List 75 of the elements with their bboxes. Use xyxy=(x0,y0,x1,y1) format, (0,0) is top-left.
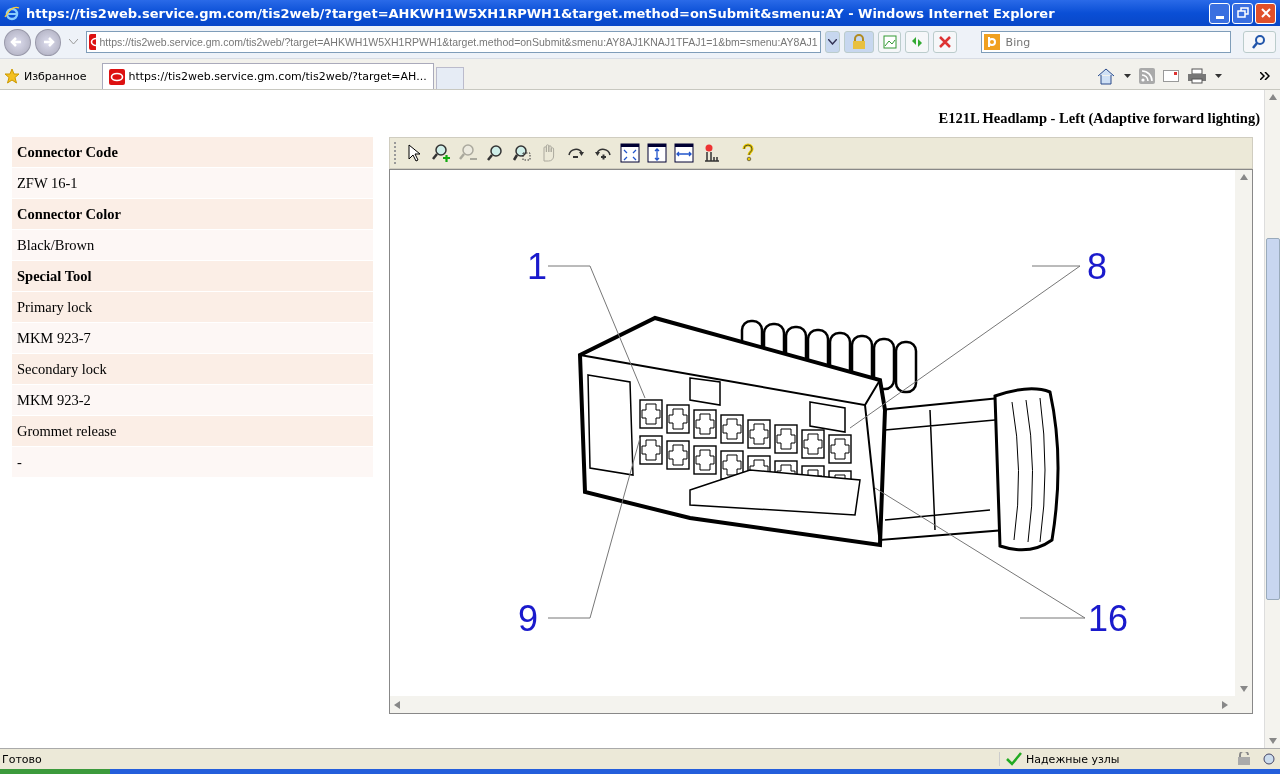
pin-number-label: 1 xyxy=(527,246,547,287)
property-cell: Connector Color xyxy=(12,199,373,230)
scroll-left-arrow-icon[interactable] xyxy=(394,700,400,709)
close-icon xyxy=(1259,7,1272,19)
feed-icon[interactable] xyxy=(1139,68,1155,84)
page-scrollbar[interactable] xyxy=(1264,90,1280,748)
fit-width-icon xyxy=(674,143,694,163)
security-zone-label: Надежные узлы xyxy=(999,752,1206,766)
restore-button[interactable] xyxy=(1232,2,1253,24)
zoom-icon xyxy=(485,143,505,163)
compatibility-view-button[interactable] xyxy=(877,31,902,53)
caret-icon[interactable] xyxy=(1124,74,1131,78)
scroll-right-arrow-icon[interactable] xyxy=(1222,700,1228,709)
caret-icon xyxy=(827,39,837,45)
property-cell: Grommet release xyxy=(12,416,373,447)
print-icon[interactable] xyxy=(1187,68,1207,84)
zoom-icon[interactable] xyxy=(1262,752,1278,766)
search-icon xyxy=(1251,34,1268,50)
search-button[interactable] xyxy=(1242,31,1277,53)
scroll-down-arrow-icon[interactable] xyxy=(1239,686,1248,692)
scrollbar-thumb[interactable] xyxy=(1266,238,1280,600)
vertical-scrollbar[interactable] xyxy=(1235,170,1252,696)
property-cell: Black/Brown xyxy=(12,230,373,261)
fit-height-button[interactable] xyxy=(645,141,669,165)
page-picture-icon xyxy=(881,34,898,50)
property-cell: MKM 923-2 xyxy=(12,385,373,416)
zoom-area-icon xyxy=(512,143,532,163)
padlock-icon xyxy=(852,34,867,50)
property-cell: Secondary lock xyxy=(12,354,373,385)
stop-button[interactable] xyxy=(933,31,957,53)
property-cell: Special Tool xyxy=(12,261,373,292)
scroll-down-arrow-icon[interactable] xyxy=(1269,738,1277,744)
fit-width-button[interactable] xyxy=(672,141,696,165)
minimize-button[interactable] xyxy=(1209,2,1230,24)
favorites-button[interactable]: Избранное xyxy=(4,63,87,89)
property-cell: ZFW 16-1 xyxy=(12,168,373,199)
minimize-icon xyxy=(1215,16,1224,19)
star-icon xyxy=(4,68,20,84)
property-cell: Connector Code xyxy=(12,137,373,168)
window-title: https://tis2web.service.gm.com/tis2web/?target=AHKWH1W5XH1RPWH1&target.method=onSubmit&smenu:AY - Windows Internet Explorer xyxy=(26,5,1056,21)
zoom-out-icon xyxy=(458,143,478,163)
search-field[interactable]: Bing xyxy=(980,31,1231,53)
protected-mode-icon[interactable] xyxy=(1236,752,1252,766)
back-button[interactable] xyxy=(4,28,31,56)
chevron-icon[interactable] xyxy=(1260,72,1270,80)
mail-icon[interactable] xyxy=(1163,70,1179,82)
property-cell: MKM 923-7 xyxy=(12,323,373,354)
caret-icon[interactable] xyxy=(1215,74,1222,78)
page-heading: E121L Headlamp - Left (Adaptive forward lighting) xyxy=(937,110,1260,127)
stop-icon xyxy=(937,35,952,49)
browser-logo-icon xyxy=(4,5,20,21)
address-field[interactable]: https://tis2web.service.gm.com/tis2web/?target=AHKWH1W5XH1RPWH1&target.method=onSubmit&smenu:AY8AJ1KNAJ1TFAJ1=1&bm=smenu:AY8AJ1 xyxy=(85,31,821,53)
address-dropdown-button[interactable] xyxy=(824,31,841,53)
scroll-up-arrow-icon[interactable] xyxy=(1269,94,1277,100)
zoom-in-icon xyxy=(431,143,451,163)
home-icon[interactable] xyxy=(1096,67,1116,85)
horizontal-scrollbar[interactable] xyxy=(390,696,1252,713)
restore-icon xyxy=(1236,7,1249,19)
property-cell: Primary lock xyxy=(12,292,373,323)
browser-tab[interactable]: https://tis2web.service.gm.com/tis2web/?target=AH... xyxy=(102,63,434,89)
refresh-button[interactable] xyxy=(905,31,929,53)
forward-button[interactable] xyxy=(34,28,62,56)
zoom-in-button[interactable] xyxy=(429,141,453,165)
close-button[interactable] xyxy=(1255,2,1276,24)
fit-button[interactable] xyxy=(618,141,642,165)
status-text: Готово xyxy=(2,752,43,766)
pin-number-label: 8 xyxy=(1087,246,1107,287)
pin-number-label: 9 xyxy=(518,598,538,639)
scroll-up-arrow-icon[interactable] xyxy=(1239,174,1248,180)
fit-icon xyxy=(620,143,640,163)
fit-height-icon xyxy=(647,143,667,163)
checkmark-icon xyxy=(1006,752,1022,766)
pin-number-label: 16 xyxy=(1088,598,1128,639)
property-cell: - xyxy=(12,447,373,478)
url-text: https://tis2web.service.gm.com/tis2web/?target=AHKWH1W5XH1RPWH1&target.method=onSubmit&smenu:AY8AJ1KNAJ1TFAJ1=1&bm=smenu:AY8AJ1 xyxy=(99,36,818,48)
